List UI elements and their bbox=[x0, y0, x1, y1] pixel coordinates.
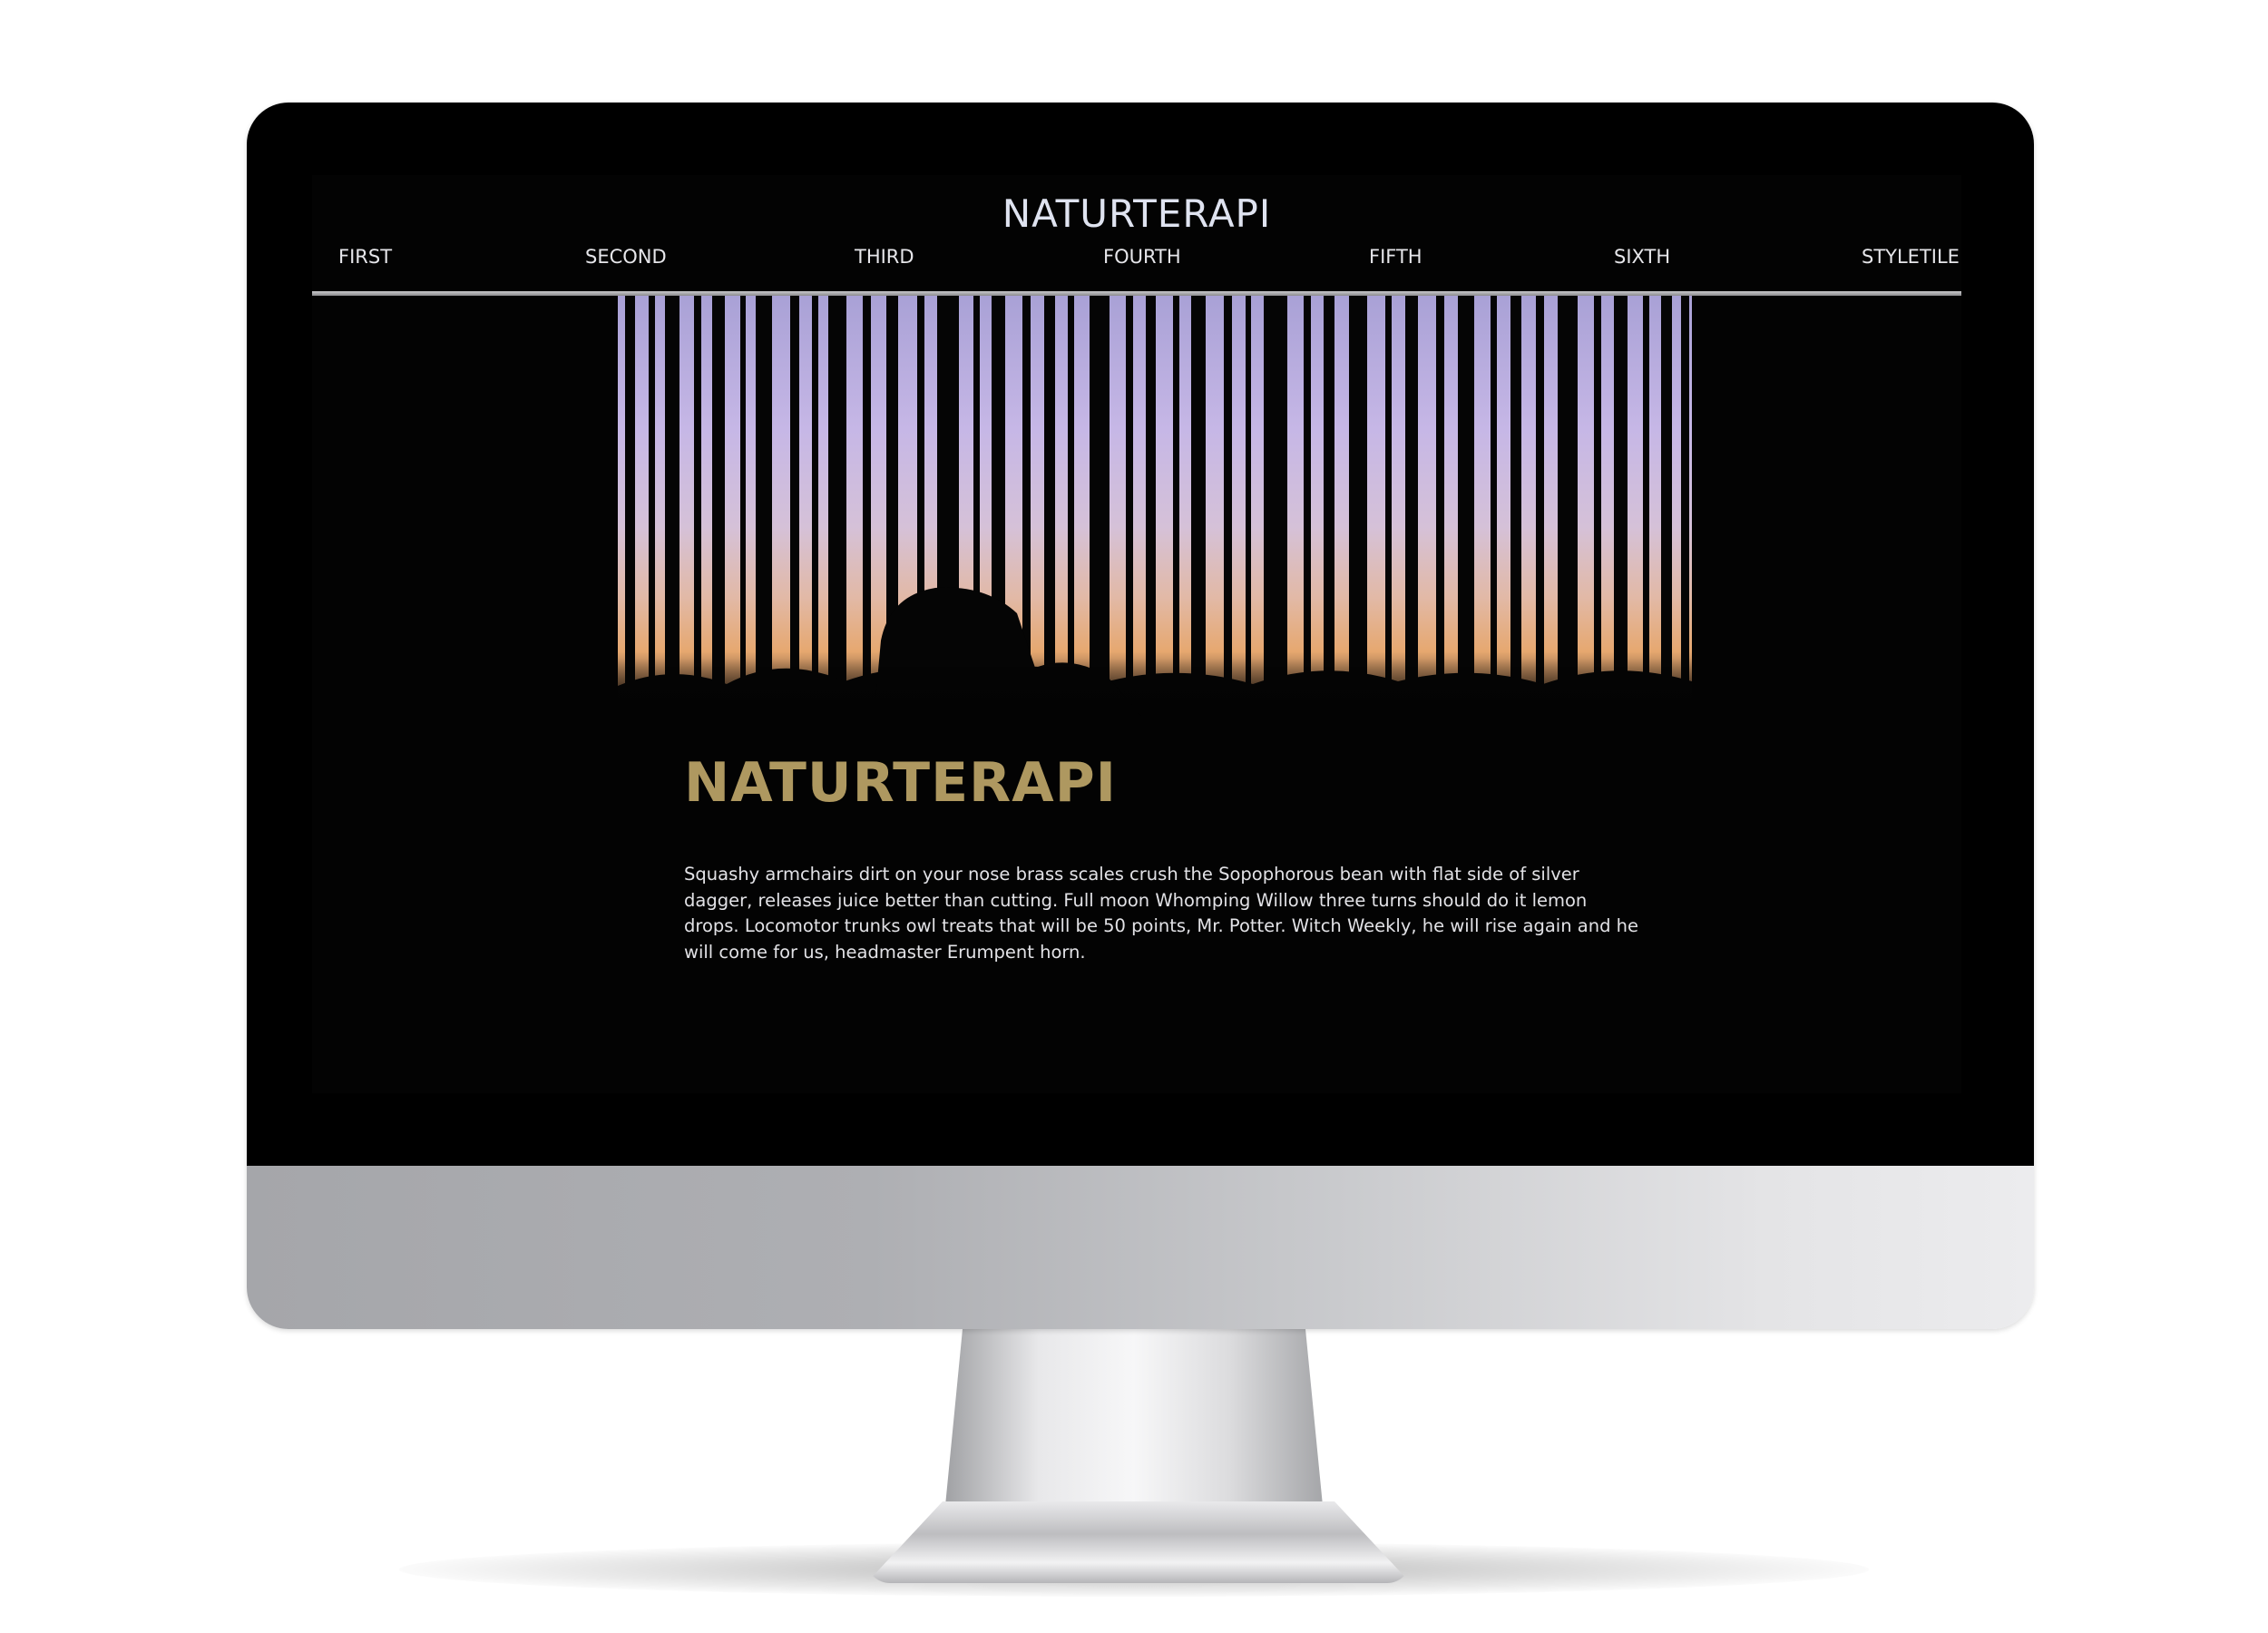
nav-item-fourth[interactable]: FOURTH bbox=[1103, 246, 1181, 268]
monitor-bezel: NATURTERAPI FIRST SECOND THIRD FOURTH FI… bbox=[247, 103, 2034, 1166]
nav-item-fifth[interactable]: FIFTH bbox=[1369, 246, 1422, 268]
forest-silhouette-image bbox=[618, 296, 1692, 740]
nav-item-sixth[interactable]: SIXTH bbox=[1614, 246, 1670, 268]
monitor-stand-neck bbox=[943, 1329, 1325, 1524]
site-header: NATURTERAPI FIRST SECOND THIRD FOURTH FI… bbox=[312, 175, 1961, 309]
nav-item-styletile[interactable]: STYLETILE bbox=[1862, 246, 1960, 268]
website-screen: NATURTERAPI FIRST SECOND THIRD FOURTH FI… bbox=[312, 175, 1961, 1093]
monitor-stand-base bbox=[866, 1501, 1411, 1583]
monitor: NATURTERAPI FIRST SECOND THIRD FOURTH FI… bbox=[247, 103, 2034, 1329]
nav-item-first[interactable]: FIRST bbox=[338, 246, 392, 268]
monitor-chin bbox=[247, 1166, 2034, 1329]
site-title[interactable]: NATURTERAPI bbox=[312, 191, 1961, 236]
hero-image bbox=[618, 296, 1692, 740]
main-nav: FIRST SECOND THIRD FOURTH FIFTH SIXTH ST… bbox=[312, 246, 1961, 279]
article-heading: NATURTERAPI bbox=[684, 751, 1117, 815]
nav-item-second[interactable]: SECOND bbox=[585, 246, 667, 268]
nav-item-third[interactable]: THIRD bbox=[855, 246, 914, 268]
article-body: Squashy armchairs dirt on your nose bras… bbox=[684, 864, 1639, 963]
mockup-stage: NATURTERAPI FIRST SECOND THIRD FOURTH FI… bbox=[0, 0, 2268, 1633]
